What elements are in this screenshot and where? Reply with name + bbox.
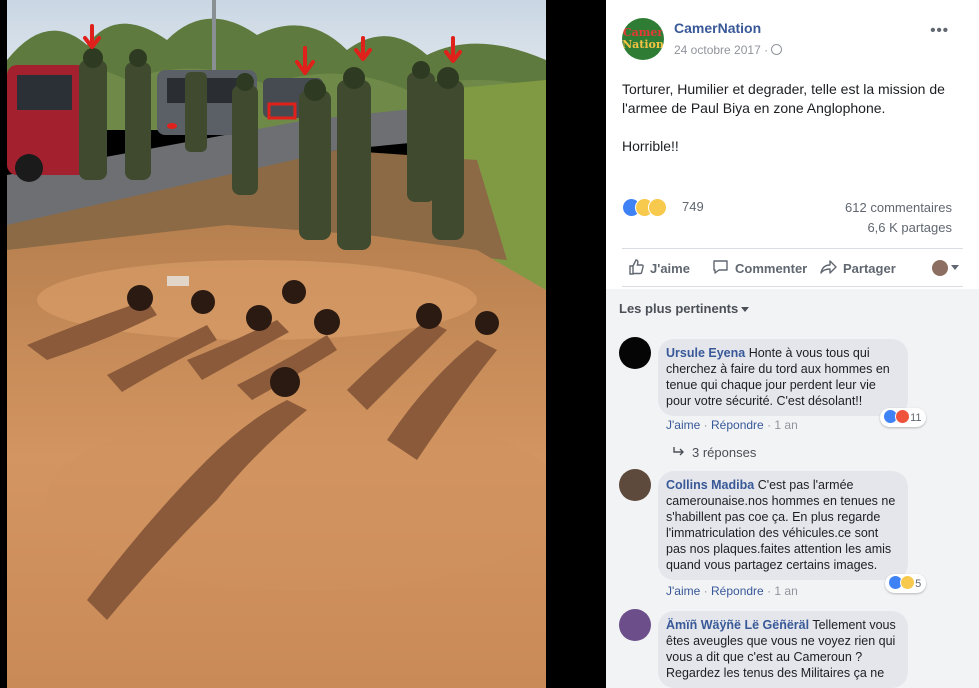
comment-reactions[interactable]: 5: [885, 574, 927, 593]
page-logo[interactable]: Camer Nation: [622, 18, 664, 60]
divider: [622, 286, 963, 287]
like-label: J'aime: [650, 261, 690, 276]
commenter-avatar[interactable]: [619, 469, 651, 501]
comment-time[interactable]: 1 an: [774, 418, 797, 432]
comment-reaction-count: 11: [910, 412, 922, 424]
post-text-line: Horrible!!: [622, 138, 679, 154]
post-text-line: Torturer, Humilier et degrader, telle es…: [622, 81, 945, 116]
logo-text-bottom: Nation: [622, 38, 664, 51]
comment-reply-link[interactable]: Répondre: [711, 418, 764, 432]
comment-author[interactable]: Ursule Eyena: [666, 346, 745, 360]
post-stats: 749 612 commentaires 6,6 K partages: [622, 196, 952, 238]
reaction-count[interactable]: 749: [682, 199, 704, 214]
comment-like-link[interactable]: J'aime: [666, 418, 700, 432]
comment-bubble: Ämïñ Wäÿñë Lë Gëñëräl Tellement vous ête…: [658, 611, 908, 688]
comment-like-link[interactable]: J'aime: [666, 584, 700, 598]
post-date-line: 24 octobre 2017 ·: [674, 43, 783, 57]
comment-reply-link[interactable]: Répondre: [711, 584, 764, 598]
more-options-icon[interactable]: •••: [930, 22, 949, 39]
page-name[interactable]: CamerNation: [674, 20, 761, 36]
thumbs-up-icon: [628, 259, 644, 278]
globe-icon: [771, 44, 783, 55]
reply-arrow-icon: [672, 445, 686, 460]
chevron-down-icon: [951, 265, 959, 271]
post-header: Camer Nation CamerNation 24 octobre 2017…: [622, 18, 979, 60]
comment-bubble: Ursule Eyena Honte à vous tous qui cherc…: [658, 339, 908, 416]
comment-sort-dropdown[interactable]: Les plus pertinents: [619, 301, 750, 316]
replies-label: 3 réponses: [692, 445, 757, 460]
comment-time[interactable]: 1 an: [774, 584, 797, 598]
comment-reaction-count: 5: [915, 578, 922, 590]
share-label: Partager: [843, 261, 896, 276]
chevron-down-icon: [741, 307, 750, 313]
share-button[interactable]: Partager: [820, 259, 896, 278]
post-actions: J'aime Commenter Partager: [622, 255, 963, 283]
post-text: Torturer, Humilier et degrader, telle es…: [622, 80, 957, 156]
view-replies-link[interactable]: 3 réponses: [672, 445, 756, 460]
post-date[interactable]: 24 octobre 2017 ·: [674, 43, 768, 57]
comment-button[interactable]: Commenter: [712, 259, 807, 278]
logo-text-top: Camer: [622, 26, 664, 39]
avatar: [932, 259, 948, 276]
angry-reaction-icon: [895, 409, 910, 424]
post-panel: Camer Nation CamerNation 24 octobre 2017…: [606, 0, 979, 688]
photo-illustration: [7, 0, 546, 688]
post-photo[interactable]: [7, 0, 546, 688]
reaction-identity-selector[interactable]: [932, 259, 959, 277]
photo-viewer: [0, 0, 606, 688]
like-button[interactable]: J'aime: [628, 259, 690, 278]
commenter-avatar[interactable]: [619, 609, 651, 641]
sort-label: Les plus pertinents: [619, 301, 739, 316]
comment-reactions[interactable]: 11: [880, 408, 927, 427]
comment-author[interactable]: Collins Madiba: [666, 478, 754, 492]
wow-reaction-icon: [900, 575, 915, 590]
commenter-avatar[interactable]: [619, 337, 651, 369]
haha-reaction-icon: [648, 198, 667, 217]
comment-author[interactable]: Ämïñ Wäÿñë Lë Gëñëräl: [666, 618, 809, 632]
shares-count[interactable]: 6,6 K partages: [867, 220, 952, 235]
share-icon: [820, 259, 837, 278]
divider: [622, 248, 963, 249]
comment-icon: [712, 259, 729, 278]
comment-actions: J'aime · Répondre · 1 an: [666, 584, 798, 598]
comment-text: C'est pas l'armée camerounaise.nos homme…: [666, 478, 896, 572]
comment-bubble: Collins Madiba C'est pas l'armée camerou…: [658, 471, 908, 580]
comments-section: Les plus pertinents Ursule Eyena Honte à…: [606, 289, 979, 688]
comment-label: Commenter: [735, 261, 808, 276]
comment-actions: J'aime · Répondre · 1 an: [666, 418, 798, 432]
comments-count[interactable]: 612 commentaires: [845, 200, 952, 215]
